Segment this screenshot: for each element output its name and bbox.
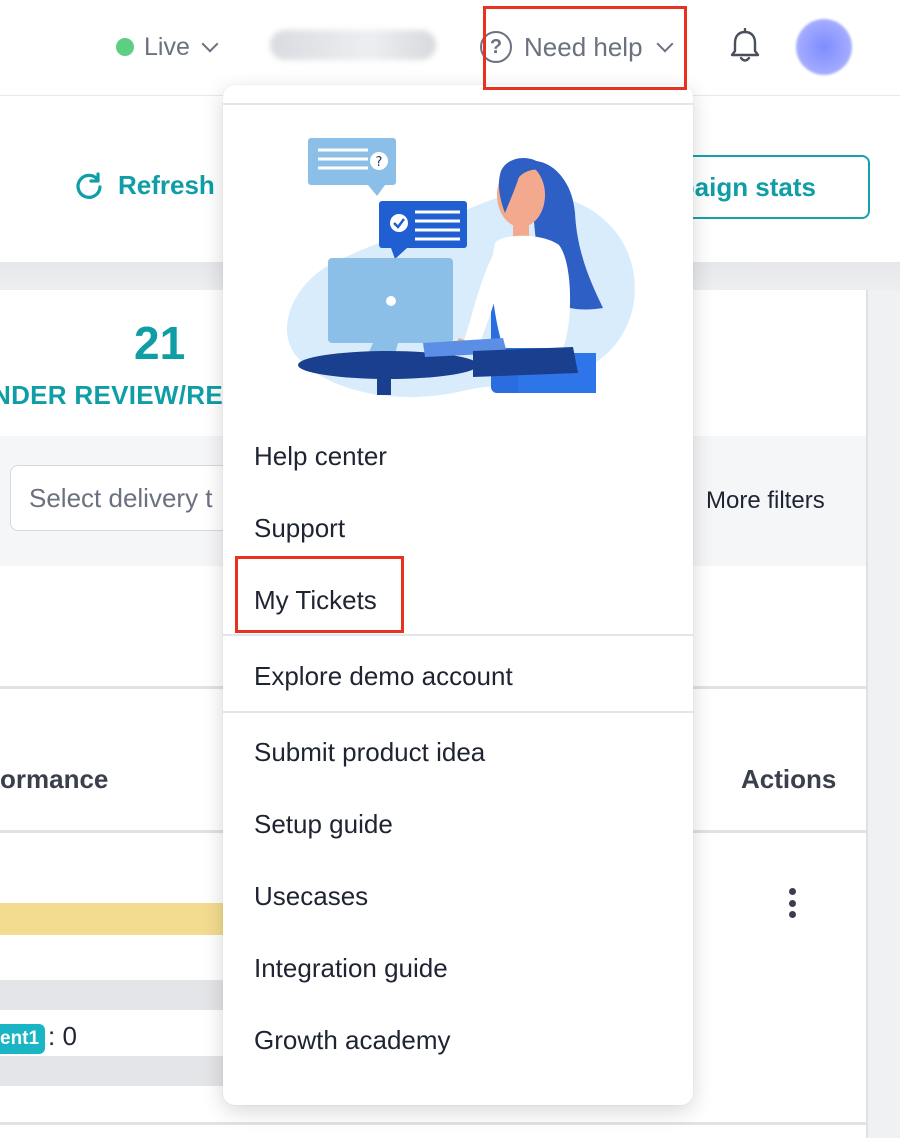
- support-agent-illustration: ?: [286, 138, 635, 398]
- more-filters-button[interactable]: More filters: [706, 487, 825, 515]
- user-avatar[interactable]: [796, 19, 852, 75]
- column-header-performance[interactable]: ormance: [0, 764, 108, 795]
- refresh-icon: [76, 171, 102, 199]
- svg-text:?: ?: [376, 155, 383, 170]
- menu-item-setup-guide[interactable]: Setup guide: [254, 809, 393, 840]
- menu-item-integration-guide[interactable]: Integration guide: [254, 953, 448, 984]
- divider: [223, 103, 693, 105]
- environment-label: Live: [144, 32, 190, 61]
- refresh-label: Refresh: [118, 170, 215, 200]
- menu-item-growth-academy[interactable]: Growth academy: [254, 1025, 451, 1056]
- menu-item-explore-demo-account[interactable]: Explore demo account: [254, 661, 513, 692]
- summary-count: 21: [134, 317, 186, 369]
- bell-icon[interactable]: [728, 28, 762, 64]
- account-name-redacted[interactable]: [270, 30, 436, 60]
- performance-bar-track: [0, 1056, 240, 1086]
- divider: [223, 711, 693, 713]
- menu-item-support[interactable]: Support: [254, 513, 345, 544]
- environment-selector[interactable]: Live: [116, 30, 219, 64]
- delivery-select[interactable]: Select delivery t: [10, 465, 250, 531]
- more-actions-icon[interactable]: [786, 888, 798, 918]
- menu-item-usecases[interactable]: Usecases: [254, 881, 368, 912]
- menu-item-help-center[interactable]: Help center: [254, 441, 387, 472]
- divider: [223, 634, 693, 636]
- campaign-stats-label: paign stats: [678, 171, 816, 202]
- page-gutter: [868, 290, 900, 1138]
- highlight-box-my-tickets: [235, 556, 404, 633]
- menu-item-submit-product-idea[interactable]: Submit product idea: [254, 737, 485, 768]
- badge-count: : 0: [48, 1021, 77, 1051]
- summary-label: NDER REVIEW/RE: [0, 380, 224, 410]
- performance-bar-track: [0, 980, 240, 1010]
- chevron-down-icon: [201, 35, 219, 53]
- performance-bar: [0, 903, 240, 935]
- refresh-button[interactable]: Refresh: [74, 170, 215, 201]
- column-header-actions: Actions: [741, 764, 837, 794]
- live-status-dot: [116, 38, 134, 56]
- status-badge: ent1: [0, 1024, 46, 1054]
- highlight-box-need-help: [483, 6, 687, 90]
- divider: [0, 1122, 866, 1125]
